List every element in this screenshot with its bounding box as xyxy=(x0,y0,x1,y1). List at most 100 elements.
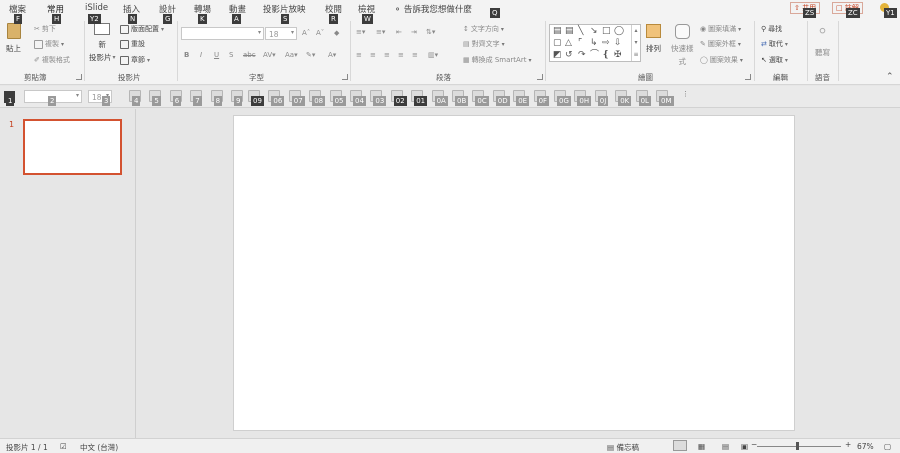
keytip-design: G xyxy=(163,14,173,24)
reset-button[interactable]: 重設 xyxy=(120,39,145,49)
right-arrow-shape-icon[interactable]: ⇨ xyxy=(602,38,610,48)
collapse-ribbon-icon[interactable]: ⌃ xyxy=(886,72,894,82)
char-spacing-icon[interactable]: AV▾ xyxy=(263,51,276,59)
triangle-shape-icon[interactable]: △ xyxy=(565,38,572,48)
font-size-box[interactable]: 18 ▾ xyxy=(265,27,297,40)
curve-shape-icon[interactable]: ↷ xyxy=(578,50,586,60)
increase-indent-icon[interactable]: ⇥ xyxy=(411,28,417,36)
slideshow-view-icon[interactable]: ▣ xyxy=(741,442,748,451)
drawing-launcher[interactable] xyxy=(745,74,751,80)
find-button[interactable]: ⚲ 尋找 xyxy=(761,24,782,34)
slide-thumbnail[interactable] xyxy=(23,119,122,175)
align-text-button[interactable]: ▤ 對齊文字 ▾ xyxy=(463,39,505,49)
copy-button[interactable]: 複製 ▾ xyxy=(34,39,64,49)
paste-button[interactable]: 貼上 xyxy=(6,23,21,54)
font-color-icon[interactable]: A▾ xyxy=(328,51,336,59)
bullets-icon[interactable]: ≡▾ xyxy=(356,28,365,36)
italic-icon[interactable]: I xyxy=(200,51,202,59)
language-indicator[interactable]: 中文 (台灣) xyxy=(80,442,118,453)
zoom-slider[interactable] xyxy=(757,446,841,447)
zoom-in-button[interactable]: + xyxy=(845,440,851,449)
keytip-qat-08: 08 xyxy=(312,96,326,106)
select-button[interactable]: ↖ 選取 ▾ xyxy=(761,55,788,65)
zoom-slider-handle[interactable] xyxy=(796,442,799,450)
bold-icon[interactable]: B xyxy=(184,51,189,59)
down-arrow-shape-icon[interactable]: ⇩ xyxy=(614,38,622,48)
fit-slide-icon[interactable]: ▢ xyxy=(884,442,891,451)
align-center-icon[interactable]: ≡ xyxy=(370,51,376,59)
cut-button[interactable]: ✂ 剪下 xyxy=(34,24,56,34)
align-right-icon[interactable]: ≡ xyxy=(384,51,390,59)
font-name-box[interactable]: ▾ xyxy=(181,27,264,40)
font-launcher[interactable] xyxy=(342,74,348,80)
brace-shape-icon[interactable]: ❴ xyxy=(602,50,610,60)
distributed-icon[interactable]: ≡ xyxy=(412,51,418,59)
reading-view-icon[interactable]: ▤ xyxy=(722,442,729,451)
keytip-qat-6: 6 xyxy=(172,96,182,106)
slide-sorter-icon[interactable]: ▦ xyxy=(698,442,705,451)
quick-styles-button[interactable]: 快速樣 式 xyxy=(671,24,694,67)
layout-button[interactable]: 版面配置 ▾ xyxy=(120,24,164,34)
convert-smartart-button[interactable]: ▦ 轉換成 SmartArt ▾ xyxy=(463,55,531,65)
keytip-qat-2: 2 xyxy=(48,96,57,106)
decrease-indent-icon[interactable]: ⇤ xyxy=(396,28,402,36)
zoom-out-button[interactable]: − xyxy=(751,440,757,449)
elbow-connector-shape-icon[interactable]: ⌜ xyxy=(578,38,582,48)
slide-canvas[interactable] xyxy=(233,115,795,431)
columns-icon[interactable]: ▥▾ xyxy=(428,51,438,59)
arrow-line-shape-icon[interactable]: ↘ xyxy=(590,26,598,36)
section-button[interactable]: 章節 ▾ xyxy=(120,55,150,65)
paragraph-launcher[interactable] xyxy=(537,74,543,80)
oval-shape-icon[interactable]: ◯ xyxy=(614,26,624,36)
text-direction-button[interactable]: ↕ 文字方向 ▾ xyxy=(463,24,504,34)
rectangle-shape-icon[interactable]: □ xyxy=(602,26,611,36)
freeform-shape-icon[interactable]: ↺ xyxy=(565,50,573,60)
spellcheck-icon[interactable]: ☑ xyxy=(60,442,67,451)
star-shape-icon[interactable]: ✠ xyxy=(614,50,622,60)
grow-font-icon[interactable]: Aˆ xyxy=(302,29,310,37)
justify-icon[interactable]: ≡ xyxy=(398,51,404,59)
shapes-gallery[interactable]: ▤ ▤ ╲ ↘ □ ◯ ▢ △ ⌜ ↳ ⇨ ⇩ ◩ ↺ ↷ ⌒ ❴ ✠ ▴ ▾ ≡ xyxy=(549,24,641,62)
elbow-arrow-shape-icon[interactable]: ↳ xyxy=(590,38,598,48)
notes-button[interactable]: ▤ 備忘稿 xyxy=(607,442,639,453)
keytip-qat-0f: 0F xyxy=(536,96,550,106)
numbering-icon[interactable]: ≡▾ xyxy=(376,28,385,36)
shape-fill-button[interactable]: ◉ 圖案填滿 ▾ xyxy=(700,24,741,34)
line-spacing-icon[interactable]: ⇅▾ xyxy=(426,28,435,36)
callout-shape-icon[interactable]: ◩ xyxy=(553,50,562,60)
zoom-level[interactable]: 67% xyxy=(857,442,874,451)
rounded-rect-shape-icon[interactable]: ▢ xyxy=(553,38,562,48)
new-slide-button[interactable]: 新 投影片 ▾ xyxy=(89,23,116,63)
group-label-drawing: 繪圖 xyxy=(638,73,653,82)
shape-outline-button[interactable]: ✎ 圖案外框 ▾ xyxy=(700,39,741,49)
tab-islide[interactable]: iSlide xyxy=(85,3,108,13)
align-left-icon[interactable]: ≡ xyxy=(356,51,362,59)
replace-button[interactable]: ⇄ 取代 ▾ xyxy=(761,39,788,49)
keytip-qat-5: 5 xyxy=(152,96,161,106)
change-case-icon[interactable]: Aa▾ xyxy=(285,51,298,59)
format-painter-button[interactable]: ✐ 複製格式 xyxy=(34,55,70,65)
gallery-scroll[interactable]: ▴ ▾ ≡ xyxy=(631,25,640,61)
textbox-shape-icon[interactable]: ▤ xyxy=(553,26,562,36)
normal-view-icon[interactable] xyxy=(673,440,687,451)
clipboard-launcher[interactable] xyxy=(76,74,82,80)
highlight-icon[interactable]: ✎▾ xyxy=(306,51,315,59)
textbox-vertical-shape-icon[interactable]: ▤ xyxy=(565,26,574,36)
chevron-down-icon: ▾ xyxy=(290,29,294,36)
clear-format-icon[interactable]: ◆ xyxy=(334,29,339,37)
shadow-icon[interactable]: S xyxy=(229,51,233,59)
tell-me-box[interactable]: ⚬ 告訴我您想做什麼 xyxy=(394,3,472,15)
customize-qat-icon[interactable]: ⋮ xyxy=(682,90,689,98)
strikethrough-icon[interactable]: abc xyxy=(243,51,256,59)
line-shape-icon[interactable]: ╲ xyxy=(578,26,583,36)
arc-shape-icon[interactable]: ⌒ xyxy=(590,50,599,60)
underline-icon[interactable]: U xyxy=(214,51,219,59)
keytip-qat-07: 07 xyxy=(291,96,305,106)
keytip-qat-05: 05 xyxy=(332,96,346,106)
share-icon: ⇧ xyxy=(794,4,800,12)
group-divider xyxy=(545,21,546,81)
arrange-button[interactable]: 排列 xyxy=(646,24,661,54)
shrink-font-icon[interactable]: Aˇ xyxy=(316,29,324,37)
shape-effects-button[interactable]: ◯ 圖案效果 ▾ xyxy=(700,55,743,65)
dictate-button[interactable]: ⚪ 聽寫 xyxy=(815,24,830,58)
